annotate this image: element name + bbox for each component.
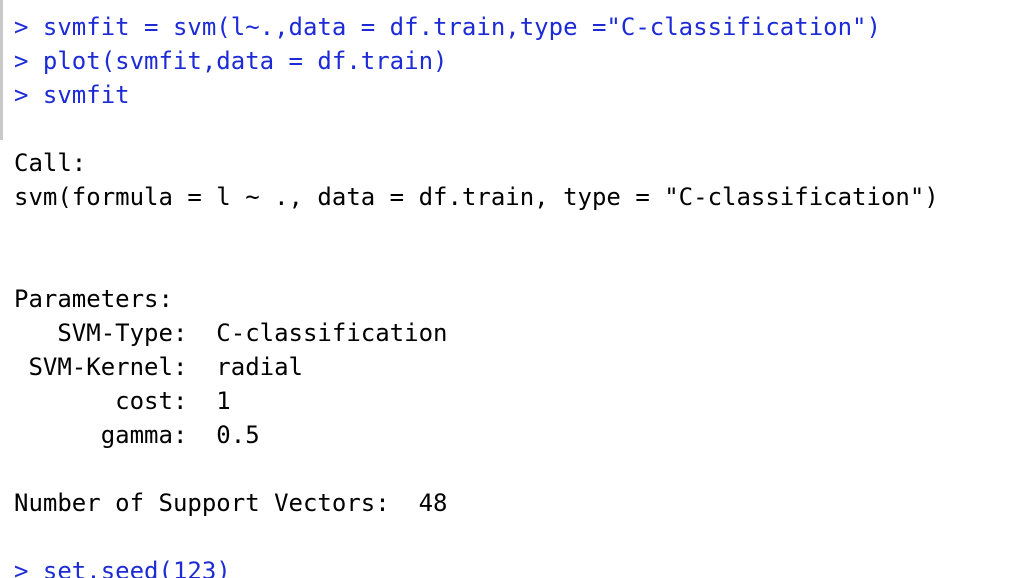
call-text: svm(formula = l ~ ., data = df.train, ty… [14,183,939,211]
partial-prompt: > [14,0,28,6]
command-line-svmfit-assign: > svmfit = svm(l~.,data = df.train,type … [14,13,881,41]
param-svm-kernel: SVM-Kernel: radial [14,353,303,381]
support-vectors-line: Number of Support Vectors: 48 [14,489,448,517]
parameters-header: Parameters: [14,285,173,313]
call-header: Call: [14,149,87,177]
console-edge [0,0,3,140]
command-line-plot: > plot(svmfit,data = df.train) [14,47,448,75]
param-svm-type: SVM-Type: C-classification [14,319,448,347]
param-gamma: gamma: 0.5 [14,421,260,449]
command-line-svmfit: > svmfit [14,81,130,109]
r-console[interactable]: > > svmfit = svm(l~.,data = df.train,typ… [0,0,1028,578]
param-cost: cost: 1 [14,387,231,415]
console-output: > svmfit = svm(l~.,data = df.train,type … [14,10,1014,578]
command-line-set-seed: > set.seed(123) [14,557,231,578]
